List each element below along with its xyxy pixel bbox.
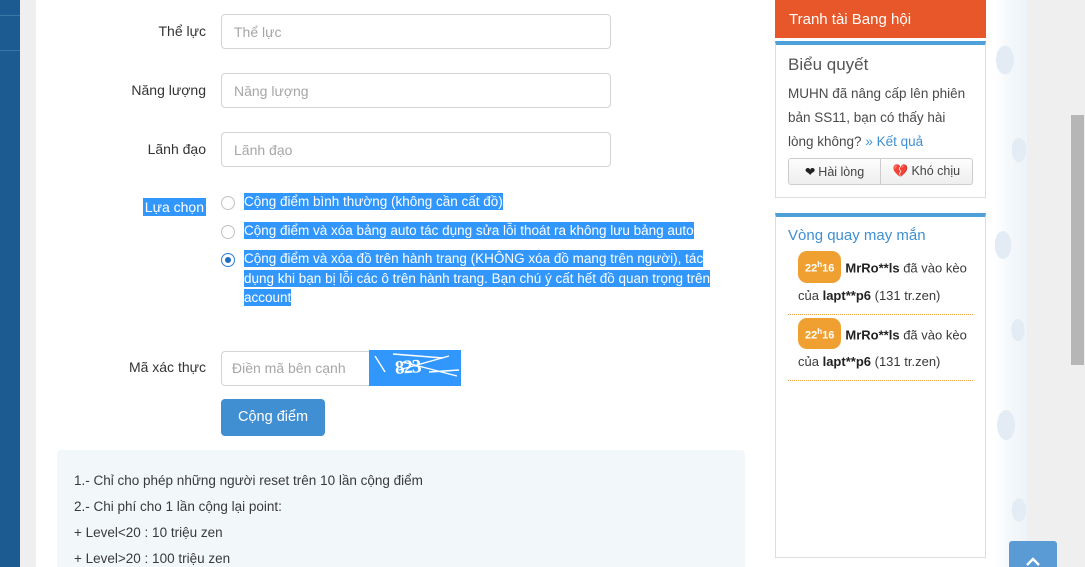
lucky-user: MrRo**ls	[845, 327, 900, 343]
time-badge: 22h16	[798, 317, 842, 350]
poll-dislike-label: Khó chịu	[911, 164, 961, 178]
submit-button[interactable]: Cộng điểm	[221, 399, 326, 436]
lucky-target: lapt**p6	[822, 354, 871, 370]
info-line: + Level<20 : 10 triệu zen	[74, 525, 223, 540]
guild-banner[interactable]: Tranh tài Bang hội	[775, 0, 986, 38]
rail-divider	[0, 15, 20, 16]
label-the-luc: Thể lực	[158, 23, 207, 39]
radio-option-2-label: Cộng điểm và xóa bảng auto tác dụng sửa …	[244, 221, 694, 239]
label-nang-luong: Năng lượng	[131, 82, 206, 98]
damask-pattern	[995, 0, 1027, 567]
page-root: Thể lực Năng lượng Lãnh đạo Lựa chọn Cộn…	[0, 0, 1085, 567]
captcha-wrap: 823	[221, 350, 461, 386]
radio-icon-unchecked[interactable]	[221, 196, 235, 210]
input-lanh-dao[interactable]	[221, 132, 611, 167]
lucky-target: lapt**p6	[822, 287, 871, 303]
left-sidebar-rail[interactable]	[0, 0, 20, 567]
info-line: 1.- Chỉ cho phép những người reset trên …	[74, 473, 423, 488]
poll-buttons: ❤ Hài lòng 💔 Khó chịu	[788, 158, 973, 185]
guild-banner-label: Tranh tài Bang hội	[789, 10, 912, 28]
radio-option-3[interactable]: Cộng điểm và xóa đồ trên hành trang (KHÔ…	[221, 249, 721, 308]
captcha-code-text: 823	[394, 356, 422, 379]
info-line: 2.- Chi phí cho 1 lần cộng lại point:	[74, 499, 282, 514]
back-to-top-button[interactable]	[1009, 541, 1057, 567]
radio-option-1[interactable]: Cộng điểm bình thường (không cần cất đồ)	[221, 192, 721, 212]
label-lua-chon: Lựa chọn	[142, 198, 206, 216]
poll-title: Biểu quyết	[788, 55, 869, 74]
label-ma-xac-thuc: Mã xác thực	[128, 359, 206, 375]
info-line: + Level>20 : 100 triệu zen	[74, 551, 231, 566]
broken-heart-icon: 💔	[892, 164, 909, 178]
list-item[interactable]: 22h16 MrRo**ls đã vào kèo của lapt**p6 (1…	[788, 315, 973, 382]
poll-like-label: Hài lòng	[818, 165, 865, 179]
poll-dislike-button[interactable]: 💔 Khó chịu	[881, 158, 973, 185]
captcha-image[interactable]: 823	[369, 350, 461, 386]
label-slot-lua-chon: Lựa chọn	[36, 192, 221, 216]
radio-icon-checked[interactable]	[221, 253, 235, 267]
radio-icon-unchecked[interactable]	[221, 224, 235, 239]
radio-option-3-label: Cộng điểm và xóa đồ trên hành trang (KHÔ…	[244, 250, 711, 306]
left-gutter	[20, 0, 36, 567]
radio-option-2[interactable]: Cộng điểm và xóa bảng auto tác dụng sửa …	[221, 221, 721, 241]
form-row-the-luc: Thể lực	[36, 14, 756, 49]
poll-result-link[interactable]: » Kết quả	[865, 134, 923, 149]
right-page-edge	[995, 0, 1085, 567]
time-badge: 22h16	[798, 251, 842, 283]
input-captcha[interactable]	[221, 350, 369, 386]
right-sidebar: Tranh tài Bang hội Biểu quyết MUHN đã nâ…	[775, 0, 986, 558]
input-nang-luong[interactable]	[221, 73, 611, 108]
radio-option-1-label: Cộng điểm bình thường (không cần cất đồ)	[244, 193, 503, 210]
vertical-scrollbar[interactable]	[1069, 0, 1085, 567]
poll-like-button[interactable]: ❤ Hài lòng	[788, 158, 881, 185]
form-row-captcha: Mã xác thực 823	[36, 350, 756, 386]
form-row-submit: Cộng điểm	[36, 399, 756, 436]
lucky-amount: (131 tr.zen)	[874, 287, 941, 303]
form-row-nang-luong: Năng lượng	[36, 73, 756, 108]
rail-divider	[0, 50, 20, 51]
main-content: Thể lực Năng lượng Lãnh đạo Lựa chọn Cộn…	[36, 0, 756, 567]
chevron-up-icon	[1026, 557, 1040, 566]
input-the-luc[interactable]	[221, 14, 611, 49]
radio-group-lua-chon: Cộng điểm bình thường (không cần cất đồ)…	[221, 192, 721, 317]
poll-question: MUHN đã nâng cấp lên phiên bản SS11, bạn…	[788, 82, 973, 154]
list-item[interactable]: 22h16 MrRo**ls đã vào kèo của lapt**p6 (1…	[788, 248, 973, 315]
lucky-wheel-title: Vòng quay may mắn	[788, 227, 926, 244]
info-box: 1.- Chỉ cho phép những người reset trên …	[57, 450, 745, 567]
label-lanh-dao: Lãnh đạo	[147, 141, 206, 157]
poll-widget: Biểu quyết MUHN đã nâng cấp lên phiên bả…	[775, 41, 986, 198]
lucky-user: MrRo**ls	[845, 260, 900, 276]
form-row-lua-chon: Lựa chọn Cộng điểm bình thường (không cầ…	[36, 192, 756, 317]
scrollbar-thumb[interactable]	[1071, 115, 1084, 365]
lucky-wheel-widget: Vòng quay may mắn 22h16 MrRo**ls đã vào k…	[775, 213, 986, 558]
lucky-amount: (131 tr.zen)	[874, 354, 941, 370]
form-row-lanh-dao: Lãnh đạo	[36, 132, 756, 167]
heart-icon: ❤	[804, 165, 816, 179]
